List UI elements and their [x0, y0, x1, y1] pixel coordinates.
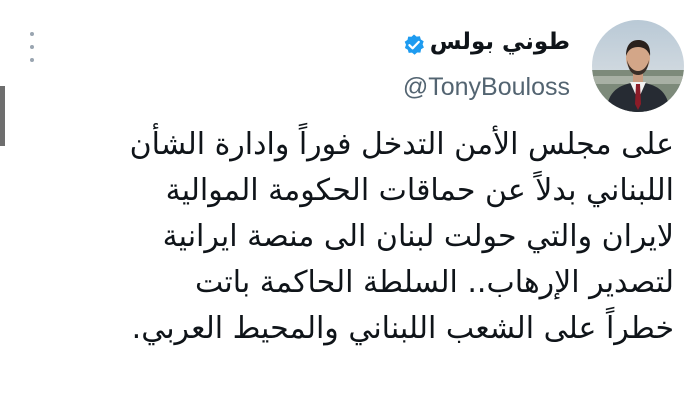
tweet-body: على مجلس الأمن التدخل فوراً وادارة الشأن… — [8, 122, 674, 352]
tweet-text-line: على مجلس الأمن التدخل فوراً وادارة الشأن — [129, 127, 674, 162]
tweet-text-line: خطراً على الشعب اللبناني والمحيط العربي. — [131, 311, 674, 346]
avatar[interactable] — [592, 20, 684, 112]
verified-badge-icon — [402, 33, 426, 57]
author-display-name[interactable]: طوني بولس — [430, 26, 570, 58]
tweet-card: طوني بولس @TonyBouloss على مجلس الأمن ال… — [0, 0, 700, 410]
left-edge-strip — [0, 86, 5, 146]
more-vertical-icon[interactable] — [26, 32, 38, 62]
tweet-text-line: اللبناني بدلاً عن حماقات الحكومة الموالي… — [165, 173, 674, 208]
tweet-text-line: لتصدير الإرهاب.. السلطة الحاكمة باتت — [194, 265, 674, 300]
tweet-text-line: لايران والتي حولت لبنان الى منصة ايرانية — [162, 219, 674, 254]
author-handle[interactable]: @TonyBouloss — [403, 72, 570, 102]
